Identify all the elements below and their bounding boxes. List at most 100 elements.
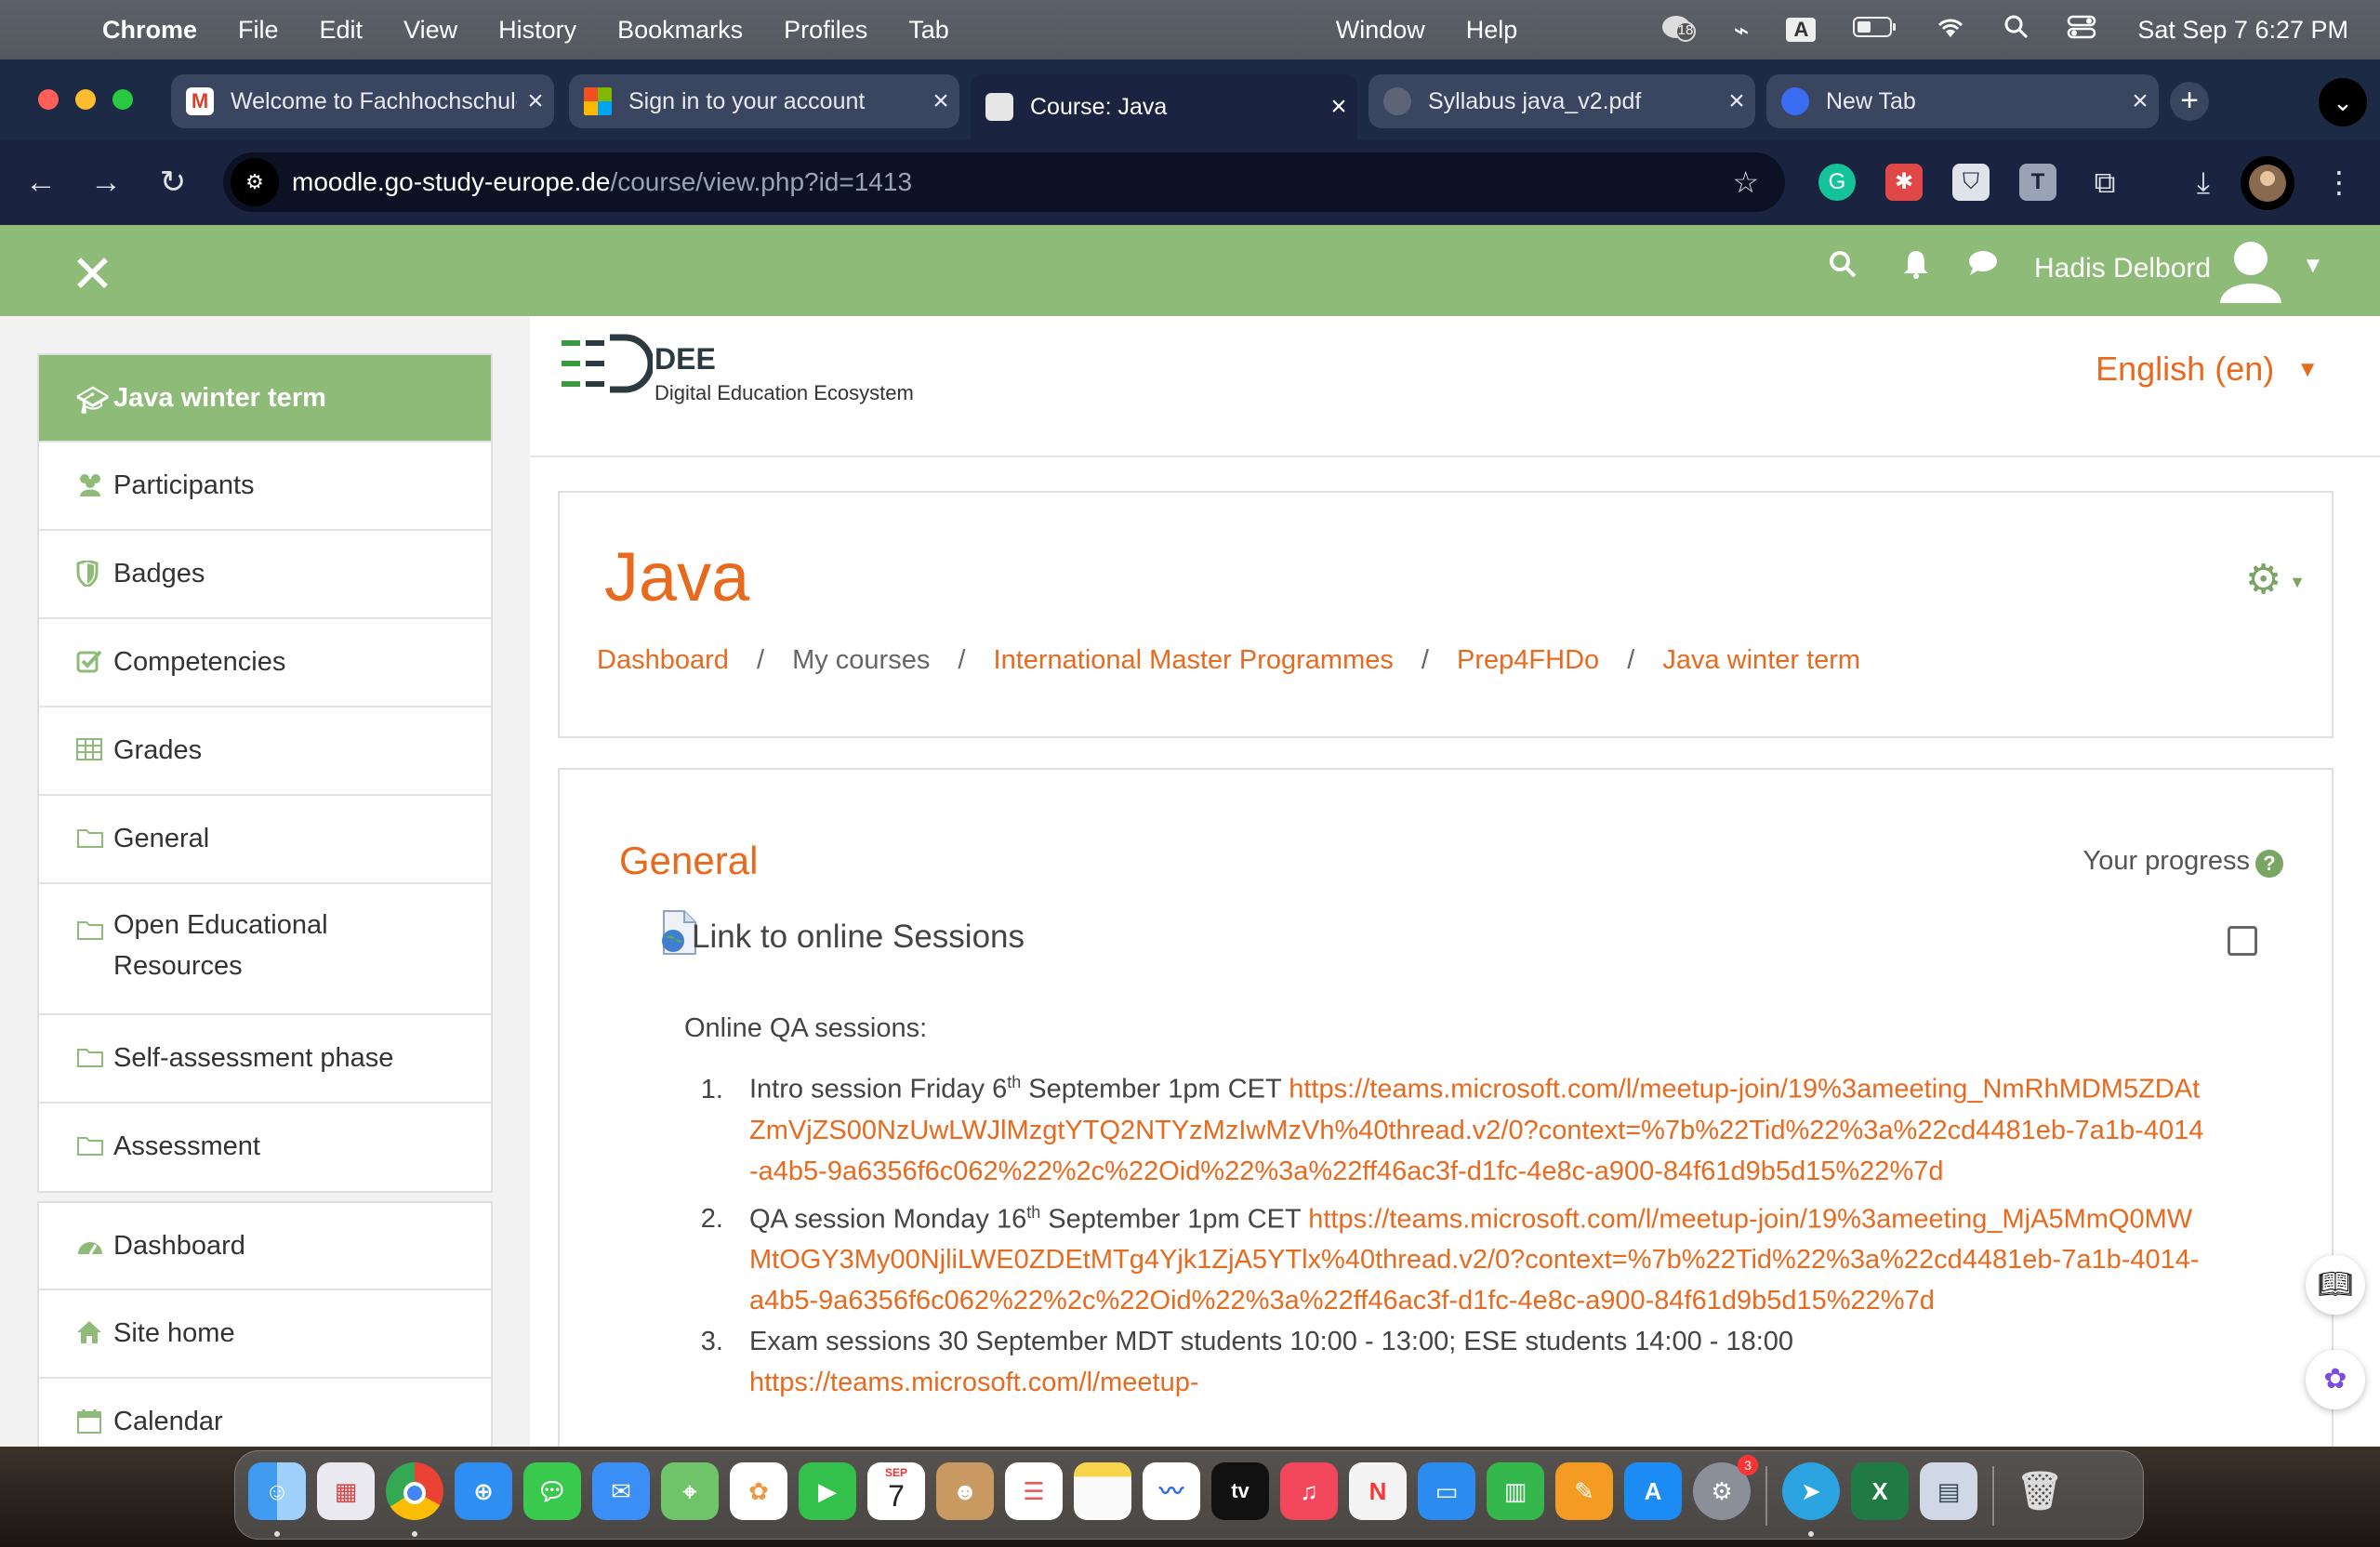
window-minimize-button[interactable]: [75, 89, 96, 110]
messages-icon[interactable]: 💬︎: [523, 1462, 581, 1520]
mail-icon[interactable]: ✉: [592, 1462, 650, 1520]
breadcrumb-international-master[interactable]: International Master Programmes: [994, 645, 1394, 675]
activity-link[interactable]: Link to online Sessions: [692, 919, 1025, 956]
site-info-icon[interactable]: ⚙: [231, 158, 279, 206]
nav-item-competencies[interactable]: Competencies: [39, 619, 491, 707]
forward-button[interactable]: →: [82, 158, 130, 206]
bitwarden-extension-icon[interactable]: ⛉: [1952, 164, 1990, 201]
news-icon[interactable]: N: [1349, 1462, 1407, 1520]
breadcrumb-java-winter-term[interactable]: Java winter term: [1662, 645, 1860, 675]
user-avatar[interactable]: [2218, 238, 2283, 303]
notification-badge-icon[interactable]: 18: [1659, 11, 1697, 49]
nav-item-section-assessment[interactable]: Assessment: [39, 1104, 491, 1191]
finder-icon[interactable]: ☺: [248, 1462, 306, 1520]
menu-edit[interactable]: Edit: [320, 16, 364, 45]
extensions-puzzle-icon[interactable]: ⧉: [2086, 164, 2123, 201]
numbers-icon[interactable]: ▥: [1487, 1462, 1544, 1520]
tab-course-java[interactable]: Course: Java ×: [971, 74, 1357, 139]
close-drawer-icon[interactable]: ✕: [71, 244, 114, 305]
nav-item-section-oer[interactable]: Open Educational Resources: [39, 884, 491, 1015]
tab-close-icon[interactable]: ×: [1320, 91, 1357, 123]
menu-profiles[interactable]: Profiles: [784, 16, 867, 45]
notes-icon[interactable]: [1074, 1462, 1131, 1520]
freeform-icon[interactable]: 〰: [1143, 1462, 1200, 1520]
tab-close-icon[interactable]: ×: [1718, 86, 1755, 117]
tab-close-icon[interactable]: ×: [2122, 86, 2159, 117]
section-title[interactable]: General: [619, 839, 758, 883]
dee-logo[interactable]: DEE Digital Education Ecosystem: [560, 333, 914, 404]
notifications-bell-icon[interactable]: [1902, 249, 1930, 287]
address-bar[interactable]: ⚙ moodle.go-study-europe.de/course/view.…: [223, 152, 1785, 212]
control-center-icon[interactable]: [2067, 14, 2096, 46]
wifi-icon[interactable]: [1935, 15, 1966, 46]
menubar-clock[interactable]: Sat Sep 7 6:27 PM: [2137, 16, 2348, 45]
battery-icon[interactable]: [1853, 15, 1897, 45]
menu-history[interactable]: History: [498, 16, 576, 45]
completion-checkbox[interactable]: [2228, 926, 2257, 956]
nav-item-section-self-assessment[interactable]: Self-assessment phase: [39, 1015, 491, 1104]
breadcrumb-prep4fhdo[interactable]: Prep4FHDo: [1457, 645, 1599, 675]
help-icon[interactable]: ?: [2255, 850, 2283, 878]
profile-avatar[interactable]: [2241, 156, 2294, 210]
menu-window[interactable]: Window: [1336, 16, 1425, 45]
download-icon[interactable]: ⤓: [2185, 164, 2222, 201]
nav-item-course-home[interactable]: 🎓︎ Java winter term: [39, 355, 491, 443]
tab-close-icon[interactable]: ×: [517, 86, 554, 117]
menu-app-name[interactable]: Chrome: [102, 16, 197, 45]
search-icon[interactable]: [1828, 249, 1858, 287]
user-menu-caret-icon[interactable]: ▼: [2302, 253, 2324, 279]
nav-item-section-general[interactable]: General: [39, 796, 491, 884]
user-name[interactable]: Hadis Delbord: [2034, 253, 2211, 284]
tab-syllabus-pdf[interactable]: Syllabus java_v2.pdf ×: [1368, 74, 1755, 128]
facetime-icon[interactable]: ▶: [799, 1462, 856, 1520]
menu-file[interactable]: File: [238, 16, 279, 45]
nav-item-site-home[interactable]: Site home: [39, 1290, 491, 1379]
tab-sign-in[interactable]: Sign in to your account ×: [569, 74, 959, 128]
spotlight-search-icon[interactable]: [2003, 14, 2030, 46]
ai-brain-icon[interactable]: ✿: [2306, 1350, 2365, 1409]
teams-meeting-link[interactable]: https://teams.microsoft.com/l/meetup-: [749, 1368, 1198, 1397]
nav-item-dashboard[interactable]: Dashboard: [39, 1203, 491, 1290]
screen-share-icon[interactable]: ⌁: [1734, 15, 1750, 46]
trash-icon[interactable]: 🗑︎: [2011, 1462, 2069, 1520]
reminders-icon[interactable]: ☰: [1005, 1462, 1063, 1520]
bookmark-star-icon[interactable]: ☆: [1732, 165, 1759, 200]
back-button[interactable]: ←: [17, 158, 65, 206]
menu-view[interactable]: View: [403, 16, 457, 45]
menu-help[interactable]: Help: [1466, 16, 1518, 45]
grammarly-extension-icon[interactable]: G: [1818, 164, 1856, 201]
tab-search-chevron-icon[interactable]: ⌄: [2319, 78, 2367, 126]
nav-item-badges[interactable]: Badges: [39, 531, 491, 619]
launchpad-icon[interactable]: ▦: [317, 1462, 375, 1520]
keynote-icon[interactable]: ▭: [1418, 1462, 1475, 1520]
menu-tab[interactable]: Tab: [908, 16, 949, 45]
input-source-icon[interactable]: A: [1786, 18, 1817, 42]
maps-icon[interactable]: ⌖: [661, 1462, 719, 1520]
chrome-menu-icon[interactable]: ⋮: [2320, 164, 2358, 201]
preview-icon[interactable]: ▤: [1920, 1462, 1977, 1520]
window-zoom-button[interactable]: [112, 89, 133, 110]
reload-button[interactable]: ↻: [149, 158, 197, 206]
safari-icon[interactable]: ⊕: [455, 1462, 512, 1520]
reader-mode-book-icon[interactable]: 📖︎: [2306, 1255, 2365, 1315]
excel-icon[interactable]: X: [1851, 1462, 1909, 1520]
pages-icon[interactable]: ✎: [1555, 1462, 1613, 1520]
timer-extension-icon[interactable]: ✱: [1885, 164, 1923, 201]
tab-welcome[interactable]: M Welcome to Fachhochschule ×: [171, 74, 554, 128]
photos-icon[interactable]: ✿: [730, 1462, 787, 1520]
nav-item-participants[interactable]: Participants: [39, 443, 491, 531]
contacts-icon[interactable]: ☻: [936, 1462, 994, 1520]
calendar-app-icon[interactable]: SEP 7: [867, 1462, 925, 1520]
music-icon[interactable]: ♫: [1280, 1462, 1338, 1520]
course-settings-gear-icon[interactable]: ⚙ ▼: [2245, 556, 2306, 603]
apple-tv-icon[interactable]: tv: [1211, 1462, 1269, 1520]
menu-bookmarks[interactable]: Bookmarks: [617, 16, 743, 45]
tab-new-tab[interactable]: New Tab ×: [1766, 74, 2159, 128]
nav-item-grades[interactable]: Grades: [39, 707, 491, 796]
messages-chat-icon[interactable]: [1967, 249, 1999, 285]
breadcrumb-dashboard[interactable]: Dashboard: [597, 645, 729, 675]
language-selector[interactable]: English (en) ▼: [2096, 350, 2319, 389]
app-store-icon[interactable]: A: [1624, 1462, 1682, 1520]
new-tab-button[interactable]: +: [2170, 82, 2209, 121]
text-extension-icon[interactable]: T: [2019, 164, 2056, 201]
